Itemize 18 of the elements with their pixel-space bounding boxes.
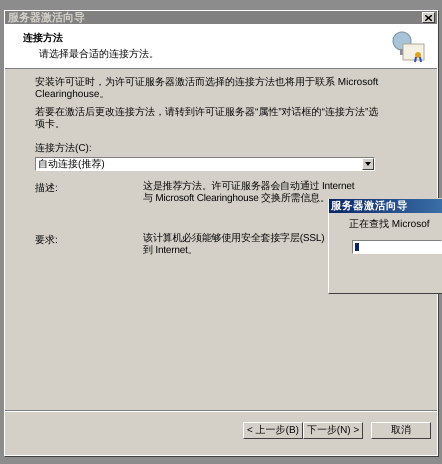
close-icon xyxy=(425,14,432,20)
page-title: 连接方法 xyxy=(23,31,64,45)
instruction-text: 安装许可证时，为许可证服务器激活而选择的连接方法也将用于联系 Microsoft Clearinghouse。 xyxy=(35,77,380,101)
globe-certificate-icon xyxy=(391,31,425,63)
cancel-button[interactable]: 取消 xyxy=(371,422,431,438)
close-button[interactable] xyxy=(422,12,435,23)
connection-method-dropdown[interactable]: 自动连接(推荐) xyxy=(35,157,375,171)
window-title: 服务器激活向导 xyxy=(8,10,85,25)
status-message: 正在查找 Microsof xyxy=(348,218,431,231)
connection-method-label: 连接方法(C): xyxy=(35,142,93,155)
page-subtitle: 请选择最合适的连接方法。 xyxy=(38,48,159,61)
instruction-text: 若要在激活后更改连接方法，请转到许可证服务器“属性”对话框的“连接方法”选项卡。 xyxy=(35,107,380,131)
detail-text: 该计算机必须能够使用安全套接字层(SSL) 到 Internet。 xyxy=(143,233,326,257)
dropdown-arrow-icon xyxy=(365,162,371,166)
back-button[interactable]: < 上一步(B) xyxy=(243,422,303,438)
next-button[interactable]: 下一步(N) > xyxy=(303,422,363,438)
detail-label: 描述: xyxy=(35,182,59,195)
detail-label: 要求: xyxy=(35,234,59,247)
